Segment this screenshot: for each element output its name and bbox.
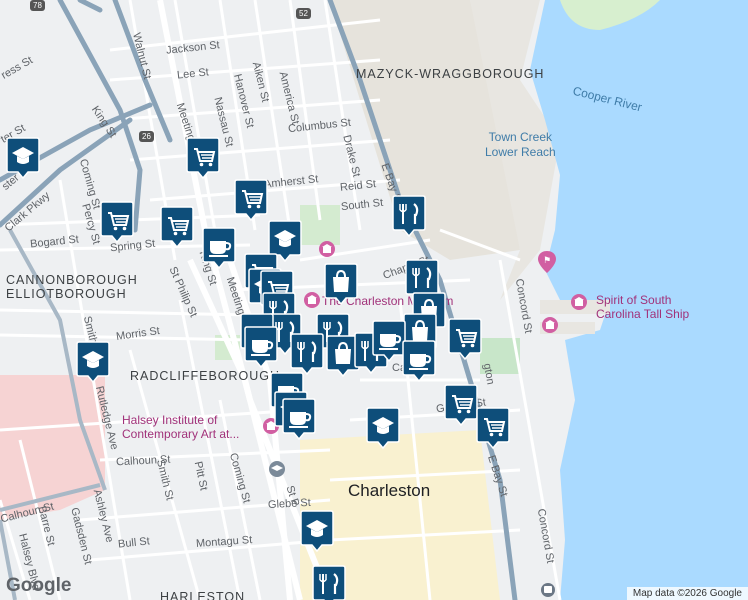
cafe-icon — [372, 320, 406, 362]
restaurant-marker[interactable] — [290, 333, 324, 375]
school-marker[interactable] — [76, 341, 110, 383]
museum-icon[interactable] — [318, 240, 336, 258]
shopping-marker[interactable] — [324, 263, 358, 305]
poi-label-tall-ship[interactable]: Spirit of South Carolina Tall Ship — [596, 293, 689, 321]
cafe-marker[interactable] — [372, 320, 406, 362]
school-icon — [76, 341, 110, 383]
cafe-icon — [282, 398, 316, 440]
school-icon — [300, 510, 334, 552]
grocery-icon — [234, 179, 268, 221]
city-label-charleston: Charleston — [348, 481, 431, 500]
cafe-marker[interactable] — [244, 326, 278, 368]
grocery-marker[interactable] — [476, 407, 510, 449]
poi-label-halsey-institute[interactable]: Halsey Institute of Contemporary Art at.… — [122, 413, 239, 441]
cafe-icon — [402, 340, 436, 382]
cafe-icon — [202, 227, 236, 269]
grocery-icon — [186, 137, 220, 179]
restaurant-icon — [290, 333, 324, 375]
shopping-icon — [324, 263, 358, 305]
school-poi-icon[interactable] — [268, 460, 286, 478]
grocery-icon — [476, 407, 510, 449]
google-logo[interactable]: Google — [6, 575, 71, 597]
water-label-town-creek: Town Creek Lower Reach — [485, 130, 556, 159]
transit-icon[interactable] — [540, 582, 556, 598]
museum-icon[interactable] — [570, 293, 588, 311]
grocery-marker[interactable] — [100, 201, 134, 243]
school-icon — [6, 137, 40, 179]
map-canvas[interactable]: MAZYCK-WRAGGBOROUGH CANNONBOROUGH ELLIOT… — [0, 0, 748, 600]
route-shield-78: 78 — [30, 0, 45, 11]
cafe-marker[interactable] — [202, 227, 236, 269]
restaurant-icon — [392, 195, 426, 237]
neighborhood-radcliffeborough: RADCLIFFEBOROUGH — [130, 369, 281, 383]
route-shield-us52: 52 — [296, 8, 311, 19]
svg-text:⚑: ⚑ — [543, 256, 551, 266]
restaurant-marker[interactable] — [392, 195, 426, 237]
neighborhood-harleston: HARLESTON — [160, 590, 246, 600]
neighborhood-mazyck-wraggborough: MAZYCK-WRAGGBOROUGH — [356, 67, 545, 81]
grocery-icon — [160, 206, 194, 248]
grocery-marker[interactable] — [160, 206, 194, 248]
school-marker[interactable] — [366, 407, 400, 449]
neighborhood-cannonborough: CANNONBOROUGH — [6, 273, 138, 287]
cafe-icon — [244, 326, 278, 368]
neighborhood-elliotborough: ELLIOTBOROUGH — [6, 287, 127, 301]
cafe-marker[interactable] — [282, 398, 316, 440]
school-icon — [366, 407, 400, 449]
grocery-icon — [444, 384, 478, 426]
poi-pin-icon[interactable]: ⚑ — [537, 250, 557, 274]
restaurant-icon — [312, 565, 346, 600]
grocery-icon — [448, 318, 482, 360]
map-attribution[interactable]: Map data ©2026 Google — [626, 587, 748, 600]
grocery-marker[interactable] — [444, 384, 478, 426]
grocery-marker[interactable] — [448, 318, 482, 360]
school-marker[interactable] — [6, 137, 40, 179]
cafe-marker[interactable] — [402, 340, 436, 382]
grocery-icon — [100, 201, 134, 243]
grocery-marker[interactable] — [186, 137, 220, 179]
museum-icon[interactable] — [541, 316, 559, 334]
route-shield-i26: 26 — [139, 131, 154, 142]
school-marker[interactable] — [300, 510, 334, 552]
museum-icon[interactable] — [303, 291, 321, 309]
restaurant-marker[interactable] — [312, 565, 346, 600]
grocery-marker[interactable] — [234, 179, 268, 221]
